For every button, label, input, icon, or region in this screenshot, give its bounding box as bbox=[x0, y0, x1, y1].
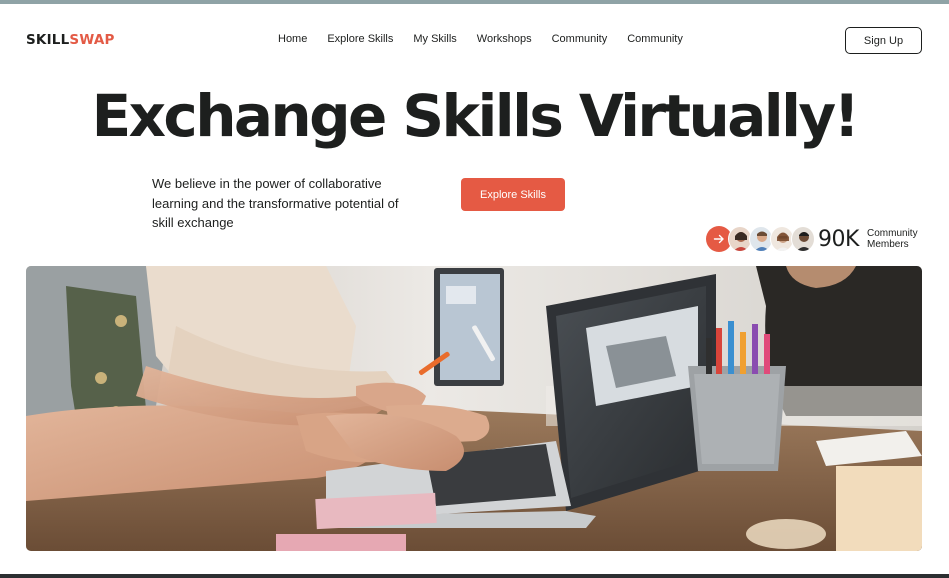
brand-logo-part2: SWAP bbox=[69, 32, 115, 48]
community-count-label: Community Members bbox=[867, 228, 918, 250]
explore-skills-button[interactable]: Explore Skills bbox=[461, 178, 565, 211]
nav-community-2[interactable]: Community bbox=[627, 33, 683, 45]
main-menu: Home Explore Skills My Skills Workshops … bbox=[278, 33, 703, 45]
nav-community[interactable]: Community bbox=[552, 33, 608, 45]
sign-up-button[interactable]: Sign Up bbox=[845, 27, 922, 54]
avatar bbox=[791, 226, 815, 252]
nav-home[interactable]: Home bbox=[278, 33, 307, 45]
brand-logo[interactable]: SKILLSWAP bbox=[26, 32, 115, 48]
community-label-line2: Members bbox=[867, 239, 909, 250]
brand-logo-part1: SKILL bbox=[26, 32, 70, 48]
community-members-badge: 90K Community Members bbox=[706, 226, 926, 254]
nav-explore-skills[interactable]: Explore Skills bbox=[327, 33, 393, 45]
top-navigation: SKILLSWAP Home Explore Skills My Skills … bbox=[0, 8, 949, 68]
page-frame: SKILLSWAP Home Explore Skills My Skills … bbox=[0, 0, 949, 578]
hero-headline: Exchange Skills Virtually! bbox=[91, 82, 860, 150]
community-count: 90K bbox=[818, 227, 859, 252]
nav-workshops[interactable]: Workshops bbox=[477, 33, 532, 45]
people-using-laptop-image bbox=[26, 266, 922, 551]
community-label-line1: Community bbox=[867, 228, 918, 239]
hero-tagline: We believe in the power of collaborative… bbox=[152, 176, 399, 230]
nav-my-skills[interactable]: My Skills bbox=[413, 33, 456, 45]
